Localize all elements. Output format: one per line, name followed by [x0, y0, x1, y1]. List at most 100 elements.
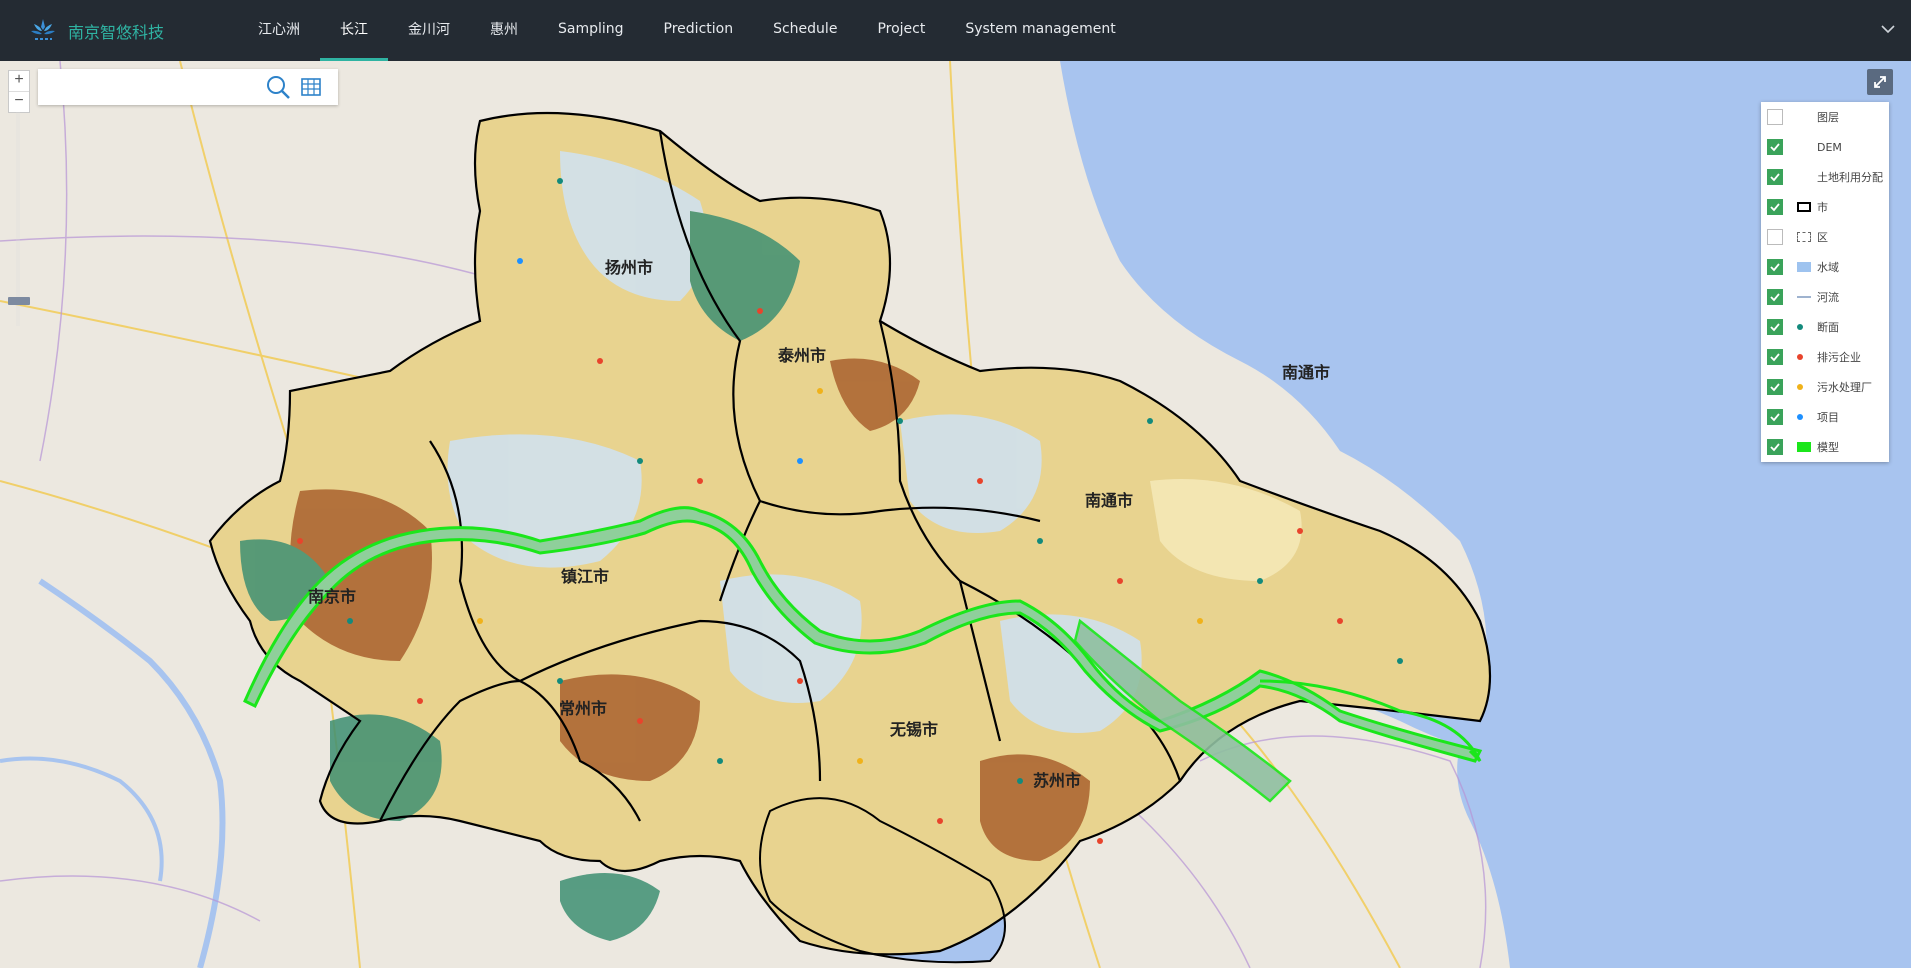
nav-item-prediction[interactable]: Prediction	[644, 0, 754, 61]
layer-checkbox[interactable]	[1767, 439, 1783, 455]
map-canvas[interactable]: 扬州市 泰州市 南通市 南通市 镇江市 南京市 常州市 无锡市 苏州市	[0, 61, 1911, 968]
layer-panel: 图层 DEM 土地利用分配市区水域河流断面排污企业污水处理厂项目模型	[1761, 102, 1889, 462]
zoom-slider-handle[interactable]	[8, 297, 30, 305]
layer-symbol-icon	[1797, 414, 1803, 420]
city-label-changzhou: 常州市	[559, 699, 608, 718]
layer-label: 污水处理厂	[1817, 381, 1872, 394]
brand[interactable]: 南京智悠科技	[28, 16, 218, 46]
expand-icon	[1874, 76, 1886, 88]
chevron-down-icon[interactable]	[1879, 20, 1897, 38]
city-label-zhenjiang: 镇江市	[561, 567, 610, 586]
layer-label: 土地利用分配	[1817, 171, 1883, 184]
zoom-slider[interactable]	[8, 112, 30, 326]
nav-item-schedule[interactable]: Schedule	[753, 0, 857, 61]
check-icon	[1770, 293, 1780, 302]
layer-checkbox[interactable]	[1767, 349, 1783, 365]
nav-item-jiangxinzhou[interactable]: 江心洲	[238, 0, 320, 61]
nav-item-label: 江心洲	[258, 22, 300, 38]
check-icon	[1770, 353, 1780, 362]
check-icon	[1770, 173, 1780, 182]
layer-item[interactable]: 市	[1761, 192, 1889, 222]
nav-item-sampling[interactable]: Sampling	[538, 0, 644, 61]
top-navigation-bar: 南京智悠科技 江心洲 长江 金川河 惠州 Sampling Prediction…	[0, 0, 1911, 61]
zoom-out-button[interactable]: −	[9, 91, 29, 112]
layer-label: 图层	[1817, 111, 1839, 124]
layer-checkbox[interactable]	[1767, 199, 1783, 215]
nav-item-system-management[interactable]: System management	[945, 0, 1135, 61]
layer-checkbox[interactable]	[1767, 409, 1783, 425]
layer-symbol-icon	[1797, 324, 1803, 330]
city-label-nanjing: 南京市	[308, 587, 357, 606]
layer-label: 模型	[1817, 441, 1839, 454]
layer-label: 市	[1817, 201, 1828, 214]
layer-item[interactable]: 断面	[1761, 312, 1889, 342]
check-icon	[1770, 263, 1780, 272]
zoom-in-button[interactable]: +	[9, 71, 29, 91]
nav-item-label: Project	[877, 21, 926, 37]
table-icon[interactable]	[300, 76, 322, 98]
layer-checkbox[interactable]	[1767, 319, 1783, 335]
nav-item-huizhou[interactable]: 惠州	[470, 0, 538, 61]
nav-item-label: System management	[965, 21, 1116, 37]
zoom-control: + −	[8, 70, 30, 113]
layer-item[interactable]: 土地利用分配	[1761, 162, 1889, 192]
nav-item-jinchuanhe[interactable]: 金川河	[388, 0, 470, 61]
search-icon[interactable]	[264, 73, 292, 101]
layer-item[interactable]: 区	[1761, 222, 1889, 252]
layer-checkbox[interactable]	[1767, 169, 1783, 185]
layer-symbol-icon	[1797, 202, 1811, 212]
layer-checkbox[interactable]	[1767, 229, 1783, 245]
nav-item-label: Sampling	[558, 21, 624, 37]
nav-item-label: Schedule	[773, 21, 838, 37]
layer-label: 水域	[1817, 261, 1839, 274]
check-icon	[1770, 413, 1780, 422]
city-label-taizhou: 泰州市	[778, 346, 827, 365]
city-label-yangzhou: 扬州市	[605, 258, 654, 277]
brand-name: 南京智悠科技	[68, 22, 165, 42]
layer-label: 区	[1817, 231, 1828, 244]
nav-item-project[interactable]: Project	[857, 0, 945, 61]
zoom-slider-track	[16, 112, 20, 326]
nav-item-label: 金川河	[408, 22, 450, 38]
check-icon	[1770, 443, 1780, 452]
fullscreen-button[interactable]	[1867, 69, 1893, 95]
layer-item[interactable]: 水域	[1761, 252, 1889, 282]
search-input[interactable]	[44, 75, 268, 101]
search-box	[38, 69, 338, 105]
layer-item[interactable]: 污水处理厂	[1761, 372, 1889, 402]
basemap	[0, 61, 1911, 968]
check-icon	[1770, 383, 1780, 392]
layer-symbol-icon	[1797, 232, 1811, 242]
main-nav: 江心洲 长江 金川河 惠州 Sampling Prediction Schedu…	[238, 0, 1136, 61]
check-icon	[1770, 323, 1780, 332]
city-label-nantong: 南通市	[1085, 491, 1134, 510]
layer-checkbox[interactable]	[1767, 289, 1783, 305]
layer-item[interactable]: 图层	[1761, 102, 1889, 132]
lotus-logo-icon	[31, 18, 55, 40]
layer-label: DEM	[1817, 140, 1842, 154]
layer-symbol-icon	[1797, 354, 1803, 360]
nav-item-label: Prediction	[663, 21, 734, 37]
layer-symbol-icon	[1797, 262, 1811, 272]
layer-item[interactable]: DEM	[1761, 132, 1889, 162]
layer-item[interactable]: 排污企业	[1761, 342, 1889, 372]
layer-label: 项目	[1817, 411, 1839, 424]
city-label-nantong-outer: 南通市	[1282, 363, 1331, 382]
layer-checkbox[interactable]	[1767, 139, 1783, 155]
check-icon	[1770, 203, 1780, 212]
layer-symbol-icon	[1797, 384, 1803, 390]
layer-item[interactable]: 河流	[1761, 282, 1889, 312]
layer-item[interactable]: 模型	[1761, 432, 1889, 462]
layer-label: 断面	[1817, 321, 1839, 334]
city-label-suzhou: 苏州市	[1033, 771, 1082, 790]
layer-item[interactable]: 项目	[1761, 402, 1889, 432]
check-icon	[1770, 143, 1780, 152]
layer-label: 排污企业	[1817, 351, 1861, 364]
nav-item-label: 惠州	[490, 22, 518, 38]
layer-checkbox[interactable]	[1767, 259, 1783, 275]
nav-item-changjiang[interactable]: 长江	[320, 0, 388, 61]
layer-checkbox[interactable]	[1767, 379, 1783, 395]
layer-checkbox[interactable]	[1767, 109, 1783, 125]
layer-symbol-icon	[1797, 442, 1811, 452]
nav-item-label: 长江	[340, 22, 368, 38]
